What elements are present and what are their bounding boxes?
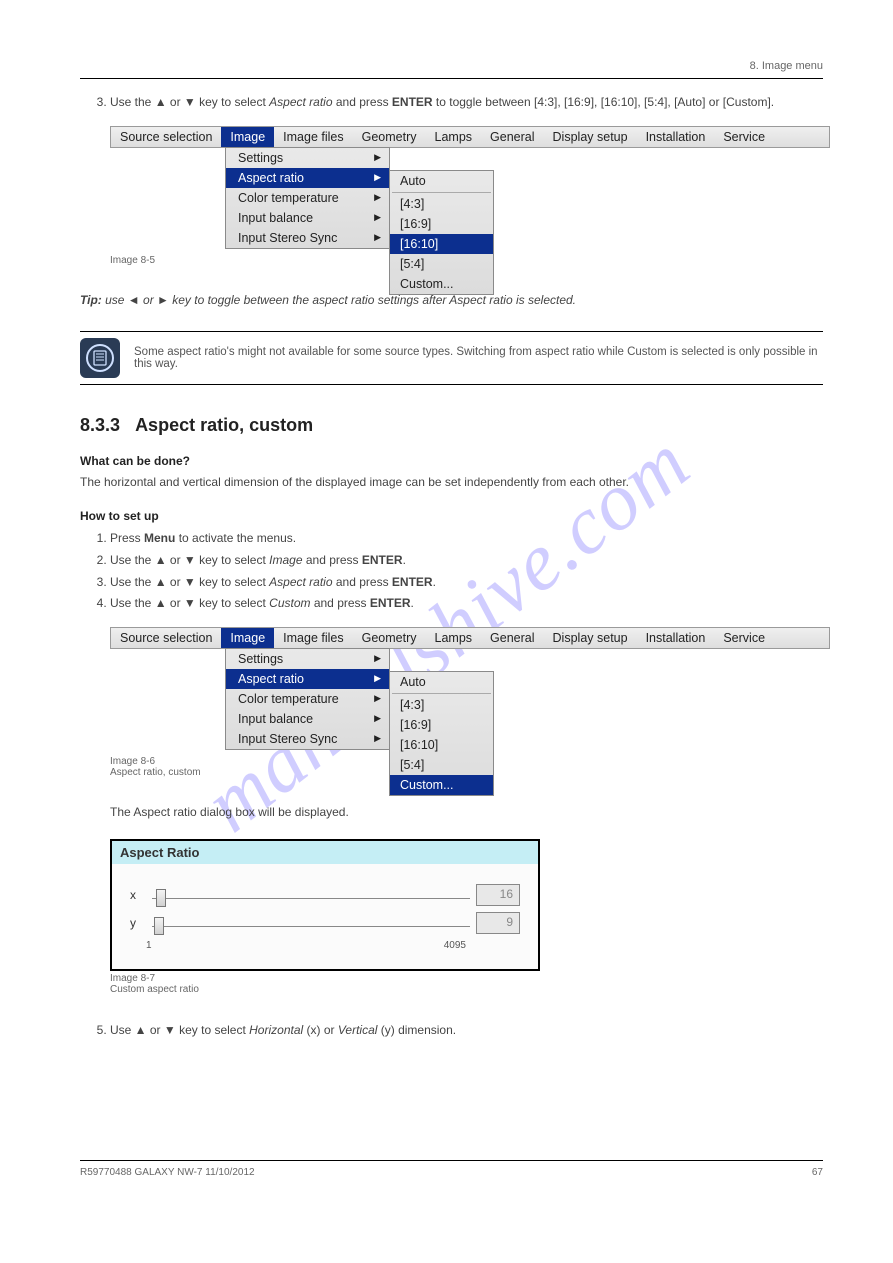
chevron-right-icon: ▶ [374, 733, 381, 744]
chevron-right-icon: ▶ [374, 192, 381, 203]
option-5-4[interactable]: [5:4] [390, 254, 493, 274]
page-footer: R59770488 GALAXY NW-7 11/10/2012 67 [80, 1160, 823, 1178]
chevron-right-icon: ▶ [374, 693, 381, 704]
submenu-settings[interactable]: Settings▶ [226, 148, 389, 168]
step-3: Use the ▲ or ▼ key to select Aspect rati… [110, 93, 823, 112]
option-auto[interactable]: Auto [390, 171, 493, 191]
x-slider[interactable] [152, 885, 470, 905]
chevron-right-icon: ▶ [374, 232, 381, 243]
chevron-right-icon: ▶ [374, 713, 381, 724]
menu-bar-b: Source selection Image Image files Geome… [110, 627, 830, 649]
menu-display-setup[interactable]: Display setup [544, 127, 637, 147]
footer-right: 67 [812, 1167, 823, 1178]
submenu-input-balance[interactable]: Input balance▶ [226, 709, 389, 729]
menu-divider [392, 192, 491, 193]
chevron-right-icon: ▶ [374, 653, 381, 664]
menu-geometry[interactable]: Geometry [353, 628, 426, 648]
scale-min: 1 [146, 940, 152, 951]
chevron-right-icon: ▶ [374, 152, 381, 163]
option-16-9[interactable]: [16:9] [390, 715, 493, 735]
slider-row-y: y 9 [130, 912, 520, 934]
steps-pre: Use the ▲ or ▼ key to select Aspect rati… [80, 93, 823, 112]
submenu-aspect-ratio[interactable]: Aspect ratio▶ [226, 168, 389, 188]
aspect-ratio-dialog: Aspect Ratio x 16 y 9 1 4095 [110, 839, 540, 971]
menu-image[interactable]: Image [221, 628, 274, 648]
menu-general[interactable]: General [481, 628, 543, 648]
option-4-3[interactable]: [4:3] [390, 194, 493, 214]
submenu-settings[interactable]: Settings▶ [226, 649, 389, 669]
subsubmenu-aspect-ratio-b: Auto [4:3] [16:9] [16:10] [5:4] Custom..… [389, 671, 494, 796]
menu-divider [392, 693, 491, 694]
chevron-right-icon: ▶ [374, 212, 381, 223]
option-16-10[interactable]: [16:10] [390, 234, 493, 254]
menu-service[interactable]: Service [714, 628, 774, 648]
submenu-input-stereo-sync[interactable]: Input Stereo Sync▶ [226, 729, 389, 749]
setup-heading: How to set up [80, 509, 823, 523]
screenshot-image-8-6: Source selection Image Image files Geome… [110, 627, 823, 750]
submenu-image: Settings▶ Aspect ratio▶ Color temperatur… [225, 147, 390, 249]
page-header: 8. Image menu [80, 60, 823, 79]
y-slider[interactable] [152, 913, 470, 933]
setup-step-1: Press Menu to activate the menus. [110, 529, 823, 548]
y-label: y [130, 916, 146, 930]
submenu-aspect-ratio[interactable]: Aspect ratio▶ [226, 669, 389, 689]
after-56-text: The Aspect ratio dialog box will be disp… [110, 804, 823, 821]
option-4-3[interactable]: [4:3] [390, 695, 493, 715]
menu-display-setup[interactable]: Display setup [544, 628, 637, 648]
what-body: The horizontal and vertical dimension of… [80, 474, 823, 491]
step-5-list: Use ▲ or ▼ key to select Horizontal (x) … [80, 1021, 823, 1040]
option-16-9[interactable]: [16:9] [390, 214, 493, 234]
subsubmenu-aspect-ratio-a: Auto [4:3] [16:9] [16:10] [5:4] Custom..… [389, 170, 494, 295]
menu-geometry[interactable]: Geometry [353, 127, 426, 147]
menu-source-selection[interactable]: Source selection [111, 127, 221, 147]
menu-installation[interactable]: Installation [637, 127, 715, 147]
menu-image-files[interactable]: Image files [274, 127, 352, 147]
note-text: Some aspect ratio's might not available … [134, 338, 823, 378]
submenu-color-temperature[interactable]: Color temperature▶ [226, 188, 389, 208]
setup-step-2: Use the ▲ or ▼ key to select Image and p… [110, 551, 823, 570]
option-5-4[interactable]: [5:4] [390, 755, 493, 775]
y-value[interactable]: 9 [476, 912, 520, 934]
screenshot-image-8-5: Source selection Image Image files Geome… [110, 126, 823, 249]
note-icon [80, 338, 120, 378]
footer-left: R59770488 GALAXY NW-7 11/10/2012 [80, 1167, 255, 1178]
chevron-right-icon: ▶ [374, 673, 381, 684]
menu-installation[interactable]: Installation [637, 628, 715, 648]
submenu-image-b: Settings▶ Aspect ratio▶ Color temperatur… [225, 648, 390, 750]
setup-step-3: Use the ▲ or ▼ key to select Aspect rati… [110, 573, 823, 592]
scale-max: 4095 [444, 940, 466, 951]
submenu-input-balance[interactable]: Input balance▶ [226, 208, 389, 228]
setup-step-4: Use the ▲ or ▼ key to select Custom and … [110, 594, 823, 613]
page-icon [93, 350, 107, 366]
x-slider-thumb[interactable] [156, 889, 166, 907]
slider-row-x: x 16 [130, 884, 520, 906]
setup-steps: Press Menu to activate the menus. Use th… [80, 529, 823, 612]
option-16-10[interactable]: [16:10] [390, 735, 493, 755]
submenu-input-stereo-sync[interactable]: Input Stereo Sync▶ [226, 228, 389, 248]
menu-bar: Source selection Image Image files Geome… [110, 126, 830, 148]
menu-lamps[interactable]: Lamps [426, 628, 482, 648]
menu-general[interactable]: General [481, 127, 543, 147]
menu-service[interactable]: Service [714, 127, 774, 147]
x-value[interactable]: 16 [476, 884, 520, 906]
document-icon [86, 344, 114, 372]
submenu-color-temperature[interactable]: Color temperature▶ [226, 689, 389, 709]
option-auto[interactable]: Auto [390, 672, 493, 692]
setup-step-5: Use ▲ or ▼ key to select Horizontal (x) … [110, 1021, 823, 1040]
menu-source-selection[interactable]: Source selection [111, 628, 221, 648]
what-heading: What can be done? [80, 454, 823, 468]
menu-lamps[interactable]: Lamps [426, 127, 482, 147]
menu-image[interactable]: Image [221, 127, 274, 147]
x-label: x [130, 888, 146, 902]
caption-8-7: Image 8-7Custom aspect ratio [110, 973, 823, 995]
menu-image-files[interactable]: Image files [274, 628, 352, 648]
option-custom[interactable]: Custom... [390, 274, 493, 294]
section-heading: 8.3.3 Aspect ratio, custom [80, 415, 823, 436]
slider-scale: 1 4095 [146, 940, 466, 951]
dialog-title: Aspect Ratio [112, 841, 538, 864]
note-box: Some aspect ratio's might not available … [80, 331, 823, 385]
chevron-right-icon: ▶ [374, 172, 381, 183]
y-slider-thumb[interactable] [154, 917, 164, 935]
option-custom[interactable]: Custom... [390, 775, 493, 795]
